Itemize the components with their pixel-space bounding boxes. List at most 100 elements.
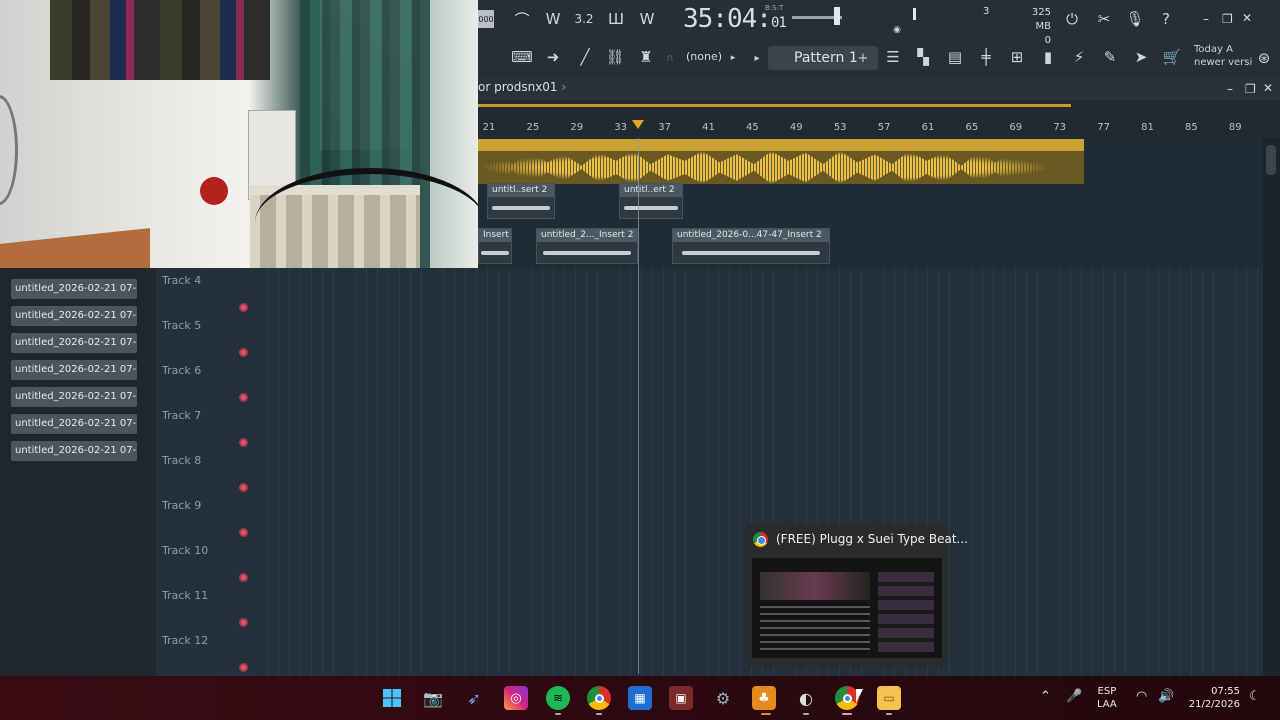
fl-studio-icon[interactable]: ♣ — [752, 686, 776, 710]
microphone-icon[interactable]: 🎙 — [1124, 8, 1146, 30]
chrome-taskbar-icon[interactable] — [587, 686, 611, 710]
track-enable-icon[interactable] — [239, 573, 248, 582]
audio-clip[interactable]: untitl..ert 2 — [619, 183, 683, 219]
add-pattern-icon[interactable]: + — [857, 50, 869, 66]
audio-clip-header[interactable] — [478, 139, 1084, 151]
audio-clip[interactable]: Insert 2 — [478, 228, 512, 264]
piano-roll-icon[interactable]: ⌨ — [509, 46, 535, 68]
countdown-icon[interactable]: 3.2 — [571, 8, 597, 30]
send-icon[interactable]: ➤ — [1129, 46, 1153, 68]
vertical-scrollbar-thumb[interactable] — [1266, 145, 1276, 175]
pattern-play-icon[interactable]: ▸ — [751, 50, 763, 66]
help-icon[interactable]: ? — [1155, 8, 1177, 30]
picker-item[interactable]: untitled_2026-02-21 07-... — [11, 333, 137, 353]
arrow-icon[interactable]: ➜ — [541, 46, 565, 68]
picker-item[interactable]: untitled_2026-02-21 07-... — [11, 360, 137, 380]
track-label[interactable]: Track 10 — [162, 544, 208, 557]
ruler-tick: 53 — [833, 122, 847, 133]
instagram-icon[interactable]: ◎ — [504, 686, 528, 710]
audio-clip[interactable]: untitled_2..._Insert 2 — [536, 228, 638, 264]
playlist-maximize-icon[interactable]: ❐ — [1245, 82, 1256, 96]
browser-icon[interactable]: ⊞ — [1005, 46, 1029, 68]
account-icon[interactable]: ⊛ — [1254, 48, 1274, 68]
track-label[interactable]: Track 4 — [162, 274, 201, 287]
track-label[interactable]: Track 6 — [162, 364, 201, 377]
track-label[interactable]: Track 11 — [162, 589, 208, 602]
track-enable-icon[interactable] — [239, 618, 248, 627]
game-icon[interactable]: ▣ — [669, 686, 693, 710]
preview-thumbnail[interactable] — [752, 558, 942, 658]
picker-item[interactable]: untitled_2026-02-21 07-... — [11, 279, 137, 299]
tray-chevron-icon[interactable]: ⌃ — [1040, 689, 1051, 704]
title-chevron-icon: › — [561, 80, 567, 94]
track-enable-icon[interactable] — [239, 438, 248, 447]
plugin-icon[interactable]: ⚡ — [1067, 46, 1091, 68]
playlist-close-icon[interactable]: ✕ — [1263, 81, 1273, 95]
audio-clip[interactable]: untitl..sert 2 — [487, 183, 555, 219]
track-label[interactable]: Track 9 — [162, 499, 201, 512]
wait-input-icon[interactable]: W — [540, 8, 566, 30]
obs-icon[interactable]: ◐ — [794, 686, 818, 710]
link-icon[interactable]: ⛓ — [603, 46, 627, 68]
spotify-icon[interactable]: ≋ — [546, 686, 570, 710]
clip-label: untitl..sert 2 — [488, 184, 554, 197]
ruler-tick: 49 — [789, 122, 803, 133]
settings-icon[interactable]: ⚙ — [711, 686, 735, 710]
news-panel[interactable]: Today A newer versi — [1194, 43, 1254, 69]
restore-icon[interactable]: ❐ — [1222, 12, 1233, 26]
picker-item[interactable]: untitled_2026-02-21 07-... — [11, 387, 137, 407]
track-enable-icon[interactable] — [239, 303, 248, 312]
audio-clip[interactable]: untitled_2026-0...47-47_Insert 2 — [672, 228, 830, 264]
loop-record-icon[interactable]: W — [634, 8, 660, 30]
ruler-tick: 21 — [482, 122, 496, 133]
track-enable-icon[interactable] — [239, 663, 248, 672]
tempo-display[interactable]: 000 — [478, 10, 494, 28]
magnet-icon[interactable]: ∩ — [664, 50, 676, 66]
steam-icon[interactable]: ➶ — [462, 686, 486, 710]
camera-icon[interactable]: 📷 — [421, 686, 445, 710]
language-indicator[interactable]: ESP LAA — [1097, 685, 1117, 711]
brush-icon[interactable]: ╱ — [573, 46, 597, 68]
snap-chevron-icon[interactable]: ▸ — [728, 50, 738, 66]
start-icon[interactable] — [380, 686, 404, 710]
track-label[interactable]: Track 7 — [162, 409, 201, 422]
clipboard-icon[interactable]: ▮ — [1036, 46, 1060, 68]
track-enable-icon[interactable] — [239, 348, 248, 357]
stamp-icon[interactable]: ♜ — [634, 46, 658, 68]
picker-item[interactable]: untitled_2026-02-21 07-... — [11, 306, 137, 326]
track-enable-icon[interactable] — [239, 393, 248, 402]
audio-clip-main[interactable] — [478, 139, 1084, 184]
shop-icon[interactable]: 🛒 — [1160, 46, 1184, 68]
master-pitch-slider[interactable] — [834, 7, 840, 25]
mixer-icon[interactable]: ╪ — [974, 46, 998, 68]
store-icon[interactable]: ▦ — [628, 686, 652, 710]
picker-item[interactable]: untitled_2026-02-21 07-... — [11, 414, 137, 434]
volume-icon[interactable]: 🔊 — [1158, 689, 1174, 704]
eye-icon[interactable]: ◉ — [890, 24, 904, 36]
tools-icon[interactable]: ✎ — [1098, 46, 1122, 68]
track-label[interactable]: Track 12 — [162, 634, 208, 647]
channel-rack-icon[interactable]: ▚ — [911, 46, 935, 68]
playhead-marker-icon[interactable] — [632, 120, 644, 129]
snap-select[interactable]: (none) — [686, 50, 722, 63]
wifi-icon[interactable]: ◠ — [1136, 689, 1147, 704]
track-label[interactable]: Track 8 — [162, 454, 201, 467]
track-enable-icon[interactable] — [239, 483, 248, 492]
metronome-icon[interactable]: ⌒ — [512, 8, 532, 30]
picker-item[interactable]: untitled_2026-02-21 07-... — [11, 441, 137, 461]
piano-roll-window-icon[interactable]: ▤ — [943, 46, 967, 68]
step-edit-icon[interactable]: Ш — [603, 8, 629, 30]
playlist-icon[interactable]: ☰ — [881, 46, 905, 68]
notifications-icon[interactable]: ☾ — [1249, 689, 1261, 704]
vertical-scrollbar[interactable] — [1263, 138, 1280, 676]
track-enable-icon[interactable] — [239, 528, 248, 537]
playlist-minimize-icon[interactable]: – — [1227, 82, 1233, 96]
cut-icon[interactable]: ✂ — [1093, 8, 1115, 30]
track-label[interactable]: Track 5 — [162, 319, 201, 332]
file-explorer-icon[interactable]: ▭ — [877, 686, 901, 710]
tray-mic-icon[interactable]: 🎤 — [1066, 689, 1082, 704]
minimize-icon[interactable]: – — [1203, 12, 1209, 26]
clock[interactable]: 07:55 21/2/2026 — [1186, 685, 1240, 711]
power-icon[interactable]: ⏻ — [1061, 8, 1083, 30]
close-icon[interactable]: ✕ — [1242, 11, 1252, 25]
